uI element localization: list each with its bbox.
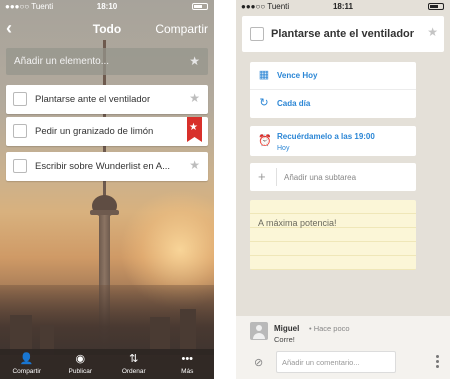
comment-input[interactable]: Añadir un comentario...: [276, 351, 396, 373]
task-row[interactable]: Plantarse ante el ventilador ★: [6, 85, 208, 114]
comment-author: Miguel: [274, 324, 300, 333]
task-label: Escribir sobre Wunderlist en A...: [35, 161, 170, 172]
reminder-card: ⏰ Recuérdamelo a las 19:00 Hoy: [250, 126, 416, 156]
comment-text: Corre!: [274, 335, 295, 344]
reminder-row[interactable]: ⏰ Recuérdamelo a las 19:00 Hoy: [250, 126, 416, 156]
comment-time: • Hace poco: [309, 324, 350, 333]
list-screen: ●●●○○ Tuenti 18:10 ‹ Todo Compartir Añad…: [0, 0, 214, 379]
repeat-row[interactable]: ↻ Cada día: [250, 90, 416, 118]
task-checkbox[interactable]: [250, 27, 264, 41]
note-field[interactable]: A máxima potencia!: [250, 200, 416, 270]
plus-icon: +: [258, 169, 266, 184]
star-icon: ★: [189, 122, 198, 133]
battery-icon: [428, 3, 444, 10]
task-detail-screen: ●●●○○ Tuenti 18:11 Plantarse ante el ven…: [236, 0, 450, 379]
star-icon[interactable]: ★: [189, 158, 200, 172]
tab-publish[interactable]: ◉ Publicar: [55, 353, 105, 375]
task-row[interactable]: Escribir sobre Wunderlist en A... ★: [6, 152, 208, 181]
add-subtask-input[interactable]: + Añadir una subtarea: [250, 163, 416, 191]
alarm-icon: ⏰: [258, 135, 272, 147]
note-text: A máxima potencia!: [258, 218, 337, 228]
task-checkbox[interactable]: [13, 124, 27, 138]
more-icon: •••: [181, 353, 194, 365]
comments-section: Miguel • Hace poco Corre! ⊘ Añadir un co…: [236, 316, 450, 379]
tab-label: Más: [181, 368, 194, 375]
task-label: Pedir un granizado de limón: [35, 126, 154, 137]
attachment-icon[interactable]: ⊘: [254, 356, 263, 369]
star-icon[interactable]: ★: [189, 91, 200, 105]
tab-share[interactable]: 👤 Compartir: [2, 353, 52, 375]
repeat-icon: ↻: [259, 97, 269, 109]
task-row[interactable]: Pedir un granizado de limón ★: [6, 117, 208, 146]
task-title[interactable]: Plantarse ante el ventilador: [271, 28, 414, 40]
add-item-placeholder: Añadir un elemento...: [14, 56, 110, 67]
avatar: [250, 322, 268, 340]
bottom-toolbar: 👤 Compartir ◉ Publicar ⇅ Ordenar ••• Más: [0, 349, 214, 379]
task-label: Plantarse ante el ventilador: [35, 94, 151, 105]
share-button[interactable]: Compartir: [155, 22, 208, 36]
task-checkbox[interactable]: [13, 159, 27, 173]
task-checkbox[interactable]: [13, 92, 27, 106]
star-icon[interactable]: ★: [189, 54, 200, 68]
nav-bar: ‹ Todo Compartir: [0, 14, 214, 44]
globe-icon: ◉: [75, 353, 86, 365]
screen-gap: [214, 0, 236, 379]
status-time: 18:10: [96, 2, 118, 11]
divider: [276, 168, 277, 186]
task-detail-header: Plantarse ante el ventilador ★: [242, 16, 444, 52]
calendar-icon: ▦: [258, 69, 270, 81]
star-icon[interactable]: ★: [427, 25, 438, 39]
reminder-day: Hoy: [277, 145, 290, 152]
battery-icon: [192, 3, 208, 10]
tab-label: Ordenar: [121, 368, 146, 375]
due-repeat-card: ▦ Vence Hoy ↻ Cada día: [250, 62, 416, 118]
comment-placeholder: Añadir un comentario...: [282, 358, 360, 367]
sort-icon: ⇅: [129, 353, 139, 365]
add-person-icon: 👤: [19, 353, 34, 365]
repeat-label: Cada día: [277, 99, 311, 108]
status-bar: ●●●○○ Tuenti 18:10: [0, 0, 214, 13]
tab-more[interactable]: ••• Más: [162, 353, 212, 375]
tab-label: Compartir: [12, 368, 42, 375]
reminder-label: Recuérdamelo a las 19:00: [277, 132, 375, 141]
add-item-input[interactable]: Añadir un elemento... ★: [6, 48, 208, 75]
add-subtask-placeholder: Añadir una subtarea: [284, 173, 357, 182]
more-vertical-icon[interactable]: [436, 355, 440, 369]
starred-ribbon-icon[interactable]: ★: [187, 117, 202, 142]
status-bar: ●●●○○ Tuenti 18:11: [236, 0, 450, 13]
tab-sort[interactable]: ⇅ Ordenar: [109, 353, 159, 375]
status-time: 18:11: [332, 2, 354, 11]
tab-label: Publicar: [68, 368, 92, 375]
due-date-label: Vence Hoy: [277, 71, 318, 80]
due-date-row[interactable]: ▦ Vence Hoy: [250, 62, 416, 90]
